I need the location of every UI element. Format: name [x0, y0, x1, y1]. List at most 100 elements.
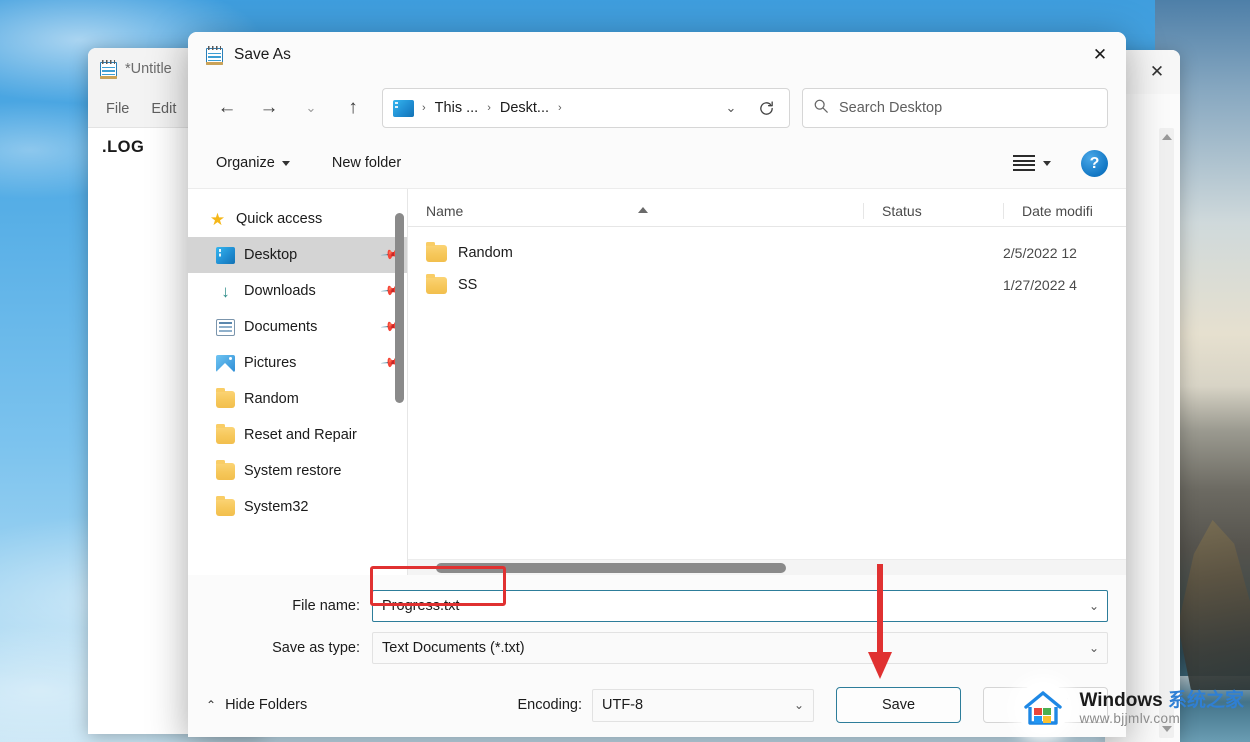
recent-locations-icon[interactable]: ⌄: [290, 89, 332, 127]
close-icon[interactable]: ✕: [1074, 32, 1126, 78]
save-as-type-label: Save as type:: [272, 640, 360, 656]
save-as-type-select[interactable]: Text Documents (*.txt) ⌄: [372, 632, 1108, 664]
navigation-bar: ← → ⌄ ↑ › This ... › Deskt... › ⌄ Search…: [188, 78, 1126, 138]
view-options-caret[interactable]: [1035, 154, 1059, 173]
sidebar-item-downloads[interactable]: ↓ Downloads 📌: [188, 273, 407, 309]
save-as-dialog[interactable]: Save As ✕ ← → ⌄ ↑ › This ... › Deskt... …: [188, 32, 1126, 737]
sidebar-item-desktop[interactable]: Desktop 📌: [188, 237, 407, 273]
file-name-label: File name:: [292, 598, 360, 614]
help-button[interactable]: ?: [1081, 149, 1108, 177]
sidebar-item-reset-and-repair[interactable]: Reset and Repair: [188, 417, 407, 453]
sidebar-item-label: Reset and Repair: [244, 427, 357, 443]
documents-icon: [216, 318, 235, 336]
column-header-date-modified[interactable]: Date modifi: [1003, 203, 1126, 219]
hide-folders-label: Hide Folders: [225, 697, 308, 713]
column-label: Name: [426, 203, 464, 219]
new-folder-button[interactable]: New folder: [322, 148, 411, 178]
sidebar-item-label: System32: [244, 499, 309, 515]
encoding-select[interactable]: UTF-8 ⌄: [592, 688, 814, 722]
file-list[interactable]: Name Status Date modifi Random 2/5/2022 …: [408, 189, 1126, 575]
sidebar-item-label: Random: [244, 391, 299, 407]
star-icon: ★: [209, 209, 226, 229]
folder-icon: [216, 459, 235, 480]
column-label: Status: [882, 203, 922, 219]
column-headers: Name Status Date modifi: [408, 189, 1126, 227]
encoding-label: Encoding:: [517, 697, 583, 713]
list-view-icon[interactable]: [1013, 155, 1035, 171]
desktop-icon: [216, 246, 235, 264]
file-name-label: Random: [458, 245, 513, 261]
chevron-down-icon[interactable]: ⌄: [1089, 599, 1099, 613]
up-icon[interactable]: ↑: [332, 89, 374, 127]
sidebar-scroll-thumb[interactable]: [395, 213, 404, 403]
pictures-icon: [216, 354, 235, 372]
notepad-title: *Untitle: [125, 61, 172, 77]
sidebar-scrollbar[interactable]: [395, 207, 404, 547]
refresh-icon[interactable]: [749, 93, 783, 123]
watermark-url: www.bjjmlv.com: [1079, 711, 1181, 727]
search-input[interactable]: Search Desktop: [839, 100, 942, 116]
command-bar: Organize New folder ?: [188, 138, 1126, 188]
chevron-down-icon[interactable]: ⌄: [716, 93, 746, 123]
sidebar-item-label: Downloads: [244, 283, 316, 299]
sidebar-item-pictures[interactable]: Pictures 📌: [188, 345, 407, 381]
breadcrumb-this-pc[interactable]: This ...: [430, 100, 484, 116]
search-box[interactable]: Search Desktop: [802, 88, 1108, 128]
close-icon[interactable]: ✕: [1146, 61, 1168, 83]
sidebar-item-system-restore[interactable]: System restore: [188, 453, 407, 489]
column-header-status[interactable]: Status: [863, 203, 1003, 219]
hide-folders-button[interactable]: ⌃ Hide Folders: [206, 697, 307, 713]
file-name-label: SS: [458, 277, 478, 293]
sort-ascending-icon: [638, 207, 648, 213]
site-watermark: Windows 系统之家 www.bjjmlv.com: [1011, 680, 1244, 736]
download-icon: ↓: [221, 281, 230, 301]
organize-button[interactable]: Organize: [206, 148, 300, 178]
sidebar-item-quick-access[interactable]: ★ Quick access: [188, 201, 407, 237]
table-row[interactable]: SS 1/27/2022 4: [408, 269, 1126, 301]
watermark-cn: 系统之家: [1167, 689, 1244, 711]
sidebar-item-documents[interactable]: Documents 📌: [188, 309, 407, 345]
save-button[interactable]: Save: [836, 687, 961, 723]
sidebar-item-label: Pictures: [244, 355, 297, 371]
folder-icon: [216, 387, 235, 408]
folder-icon: [426, 273, 447, 294]
file-name-input[interactable]: Progress.txt ⌄: [372, 590, 1108, 622]
background-window-scrollbar[interactable]: [1159, 128, 1174, 738]
file-date-cell: 2/5/2022 12: [1003, 245, 1077, 261]
file-name-cell[interactable]: Random: [408, 241, 863, 262]
sidebar-item-random[interactable]: Random: [188, 381, 407, 417]
sidebar-item-label: Desktop: [244, 247, 298, 263]
column-label: Date modifi: [1022, 203, 1093, 219]
table-row[interactable]: Random 2/5/2022 12: [408, 237, 1126, 269]
file-rows: Random 2/5/2022 12 SS 1/27/2022 4: [408, 227, 1126, 559]
back-icon[interactable]: ←: [206, 89, 248, 127]
notepad-menu-edit[interactable]: Edit: [151, 101, 176, 117]
chevron-down-icon: [1043, 160, 1051, 166]
watermark-title: Windows 系统之家: [1079, 690, 1244, 711]
breadcrumb-separator: ›: [422, 102, 426, 114]
navigation-sidebar[interactable]: ★ Quick access Desktop 📌 ↓ Downloads 📌 D…: [188, 189, 408, 575]
file-name-cell[interactable]: SS: [408, 273, 863, 294]
desktop-icon: [393, 99, 414, 117]
dialog-footer: ⌃ Hide Folders Encoding: UTF-8 ⌄ Save Ca…: [188, 673, 1126, 737]
chevron-down-icon[interactable]: ⌄: [1089, 641, 1099, 655]
sidebar-item-label: Documents: [244, 319, 318, 335]
folder-icon: [426, 241, 447, 262]
save-as-type-value: Text Documents (*.txt): [382, 640, 525, 656]
sidebar-item-label: Quick access: [236, 211, 323, 227]
breadcrumb-desktop[interactable]: Deskt...: [495, 100, 554, 116]
column-header-name[interactable]: Name: [408, 203, 863, 219]
chevron-up-icon: ⌃: [206, 698, 217, 712]
horizontal-scroll-thumb[interactable]: [436, 563, 786, 573]
chevron-down-icon[interactable]: ⌄: [794, 698, 804, 712]
dialog-content: ★ Quick access Desktop 📌 ↓ Downloads 📌 D…: [188, 188, 1126, 575]
notepad-menu-file[interactable]: File: [106, 101, 129, 117]
folder-icon: [216, 423, 235, 444]
organize-label: Organize: [216, 155, 275, 171]
file-list-horizontal-scrollbar[interactable]: [408, 559, 1126, 575]
scroll-up-icon[interactable]: [1161, 134, 1172, 140]
address-bar[interactable]: › This ... › Deskt... › ⌄: [382, 88, 790, 128]
watermark-text: Windows 系统之家 www.bjjmlv.com: [1079, 690, 1244, 726]
sidebar-item-system32[interactable]: System32: [188, 489, 407, 525]
forward-icon[interactable]: →: [248, 89, 290, 127]
